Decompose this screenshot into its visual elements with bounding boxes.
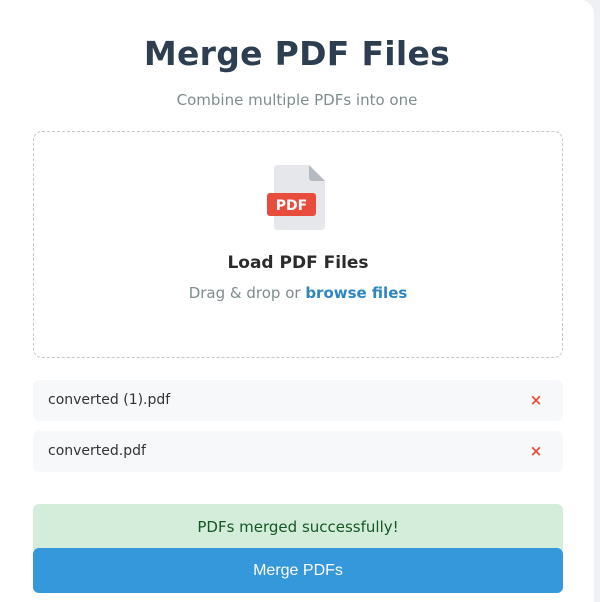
pdf-file-icon: PDF	[267, 165, 325, 230]
success-status-message: PDFs merged successfully!	[33, 504, 563, 550]
merge-card: Merge PDF Files Combine multiple PDFs in…	[0, 0, 594, 602]
page-title: Merge PDF Files	[143, 34, 451, 73]
pdf-badge-label: PDF	[276, 198, 307, 214]
dropzone-hint: Drag & drop or browse files	[34, 284, 562, 302]
file-name: converted (1).pdf	[48, 392, 171, 408]
merge-pdfs-button[interactable]: Merge PDFs	[33, 548, 563, 593]
remove-file-button[interactable]: ×	[525, 440, 547, 462]
file-dropzone[interactable]: PDF Load PDF Files Drag & drop or browse…	[33, 131, 563, 358]
dropzone-hint-text: Drag & drop or	[188, 284, 306, 302]
browse-files-link[interactable]: browse files	[305, 284, 407, 302]
file-list-item: converted (1).pdf ×	[33, 380, 563, 421]
dropzone-title: Load PDF Files	[227, 253, 369, 273]
file-name: converted.pdf	[48, 443, 146, 459]
file-list-item: converted.pdf ×	[33, 431, 563, 472]
remove-file-button[interactable]: ×	[525, 389, 547, 411]
page-subtitle: Combine multiple PDFs into one	[176, 91, 418, 109]
